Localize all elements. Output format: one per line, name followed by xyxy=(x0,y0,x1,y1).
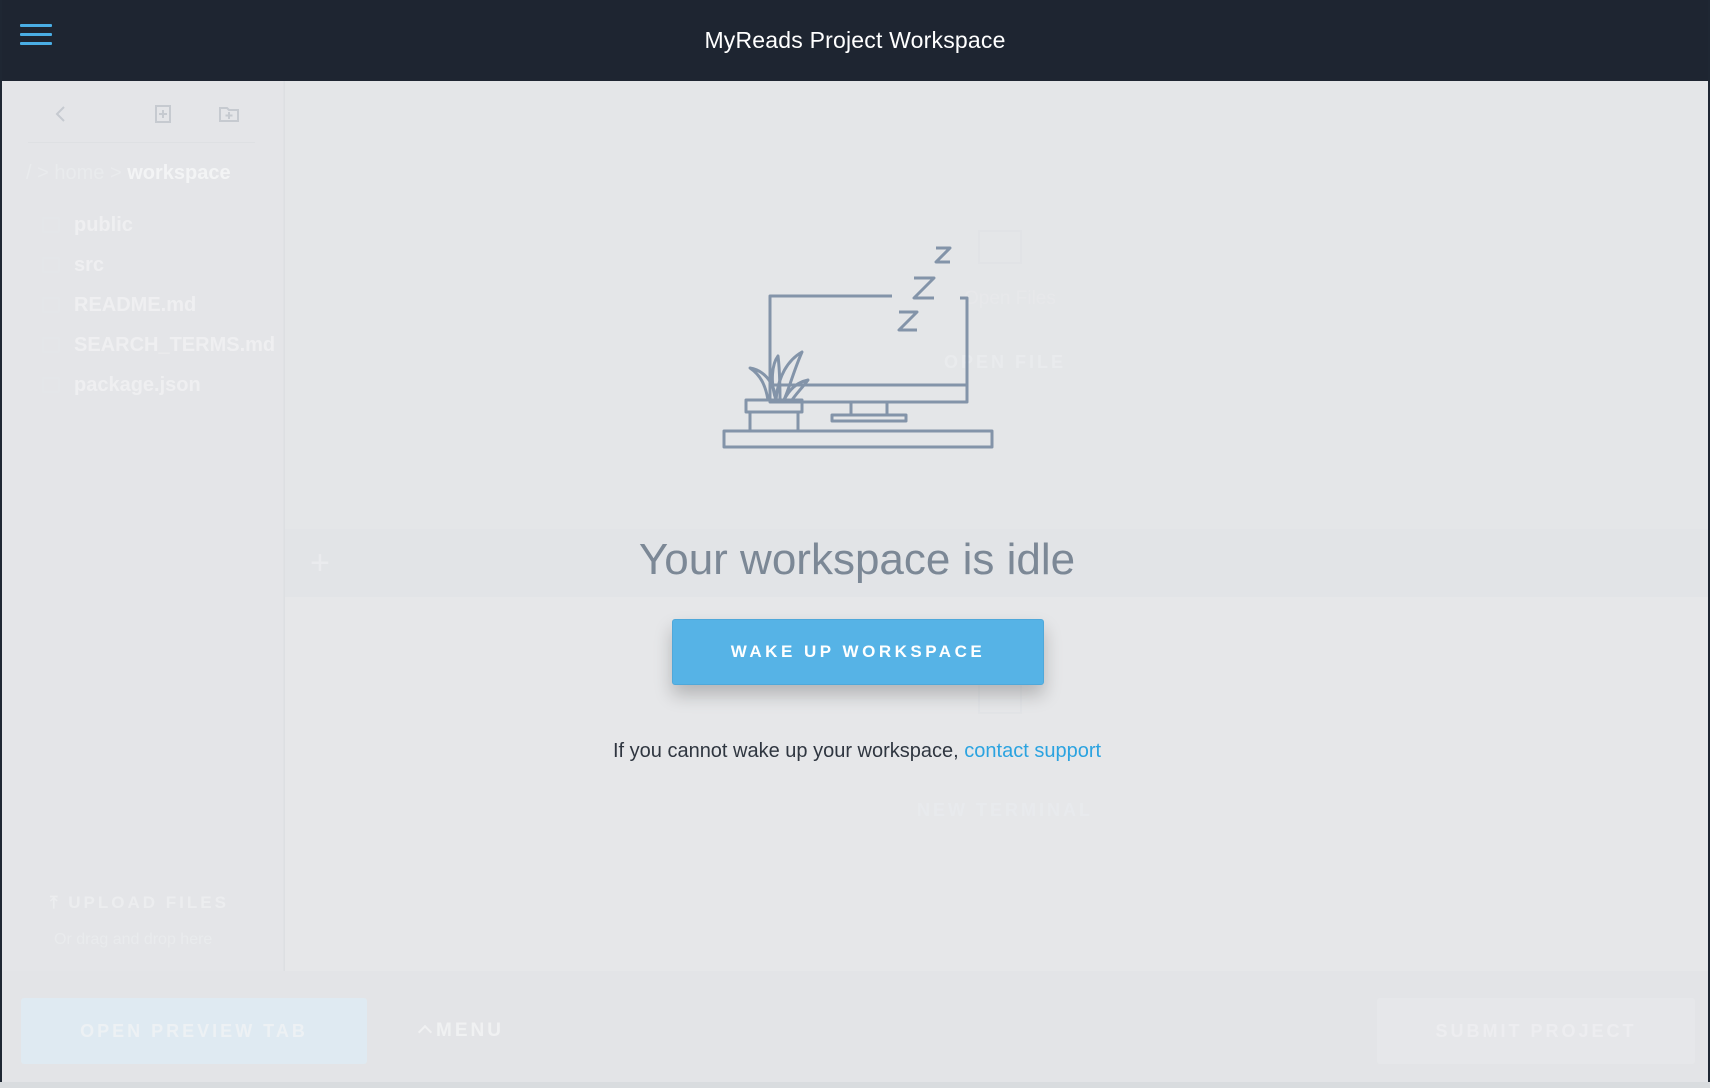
idle-heading: Your workspace is idle xyxy=(638,535,1076,584)
page-title: MyReads Project Workspace xyxy=(704,27,1006,53)
hamburger-icon[interactable] xyxy=(20,24,52,50)
support-text: If you cannot wake up your workspace, xyxy=(612,740,965,762)
sleeping-computer-icon xyxy=(722,246,994,449)
wake-up-workspace-button[interactable]: WAKE UP WORKSPACE xyxy=(672,619,1044,685)
contact-support-link[interactable]: contact support xyxy=(964,740,1101,762)
workspace-app: MyReads Project Workspace / > home > wor… xyxy=(0,0,1710,1082)
top-bar: MyReads Project Workspace xyxy=(2,0,1708,81)
support-message: If you cannot wake up your workspace, co… xyxy=(2,740,1708,763)
